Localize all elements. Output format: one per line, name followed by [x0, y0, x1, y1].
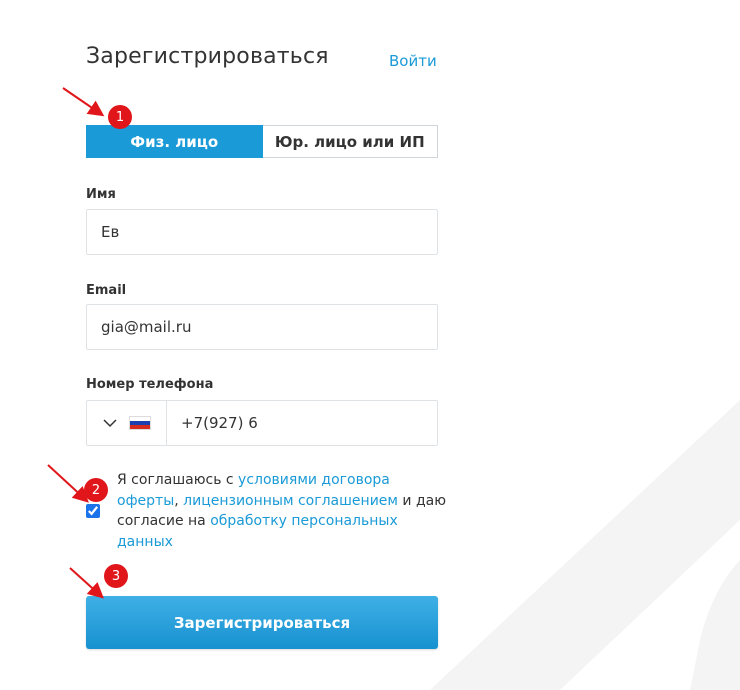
phone-input-wrapper [167, 401, 437, 445]
login-link[interactable]: Войти [389, 52, 437, 70]
name-input[interactable] [87, 210, 437, 254]
license-agreement-link[interactable]: лицензионным соглашением [183, 493, 398, 509]
chevron-down-icon [102, 418, 117, 427]
name-label: Имя [86, 187, 116, 202]
agreement-text: Я соглашаюсь с условиями договора оферты… [117, 470, 447, 552]
tab-legal-entity[interactable]: Юр. лицо или ИП [262, 125, 438, 158]
agreement-checkbox[interactable] [86, 504, 100, 518]
phone-input[interactable] [167, 401, 437, 445]
annotation-marker-1: 1 [108, 105, 132, 129]
country-select[interactable] [87, 401, 167, 445]
annotation-marker-2: 2 [84, 478, 108, 502]
phone-label: Номер телефона [86, 377, 214, 392]
email-field-wrapper [86, 304, 438, 350]
phone-field-wrapper [86, 400, 438, 446]
name-field-wrapper [86, 209, 438, 255]
page-title: Зарегистрироваться [86, 44, 329, 69]
arrow-3 [69, 567, 104, 599]
russia-flag-icon [128, 416, 151, 430]
arrow-1 [62, 87, 105, 117]
email-label: Email [86, 283, 127, 298]
register-button[interactable]: Зарегистрироваться [86, 596, 438, 649]
annotation-marker-3: 3 [104, 564, 128, 588]
email-input[interactable] [87, 305, 437, 349]
agreement-text-part: , [174, 492, 184, 509]
agreement-text-part: Я соглашаюсь с [117, 472, 239, 488]
account-type-tabs: Физ. лицо Юр. лицо или ИП [86, 125, 438, 158]
tab-individual[interactable]: Физ. лицо [86, 125, 263, 158]
arrow-2 [47, 464, 89, 503]
